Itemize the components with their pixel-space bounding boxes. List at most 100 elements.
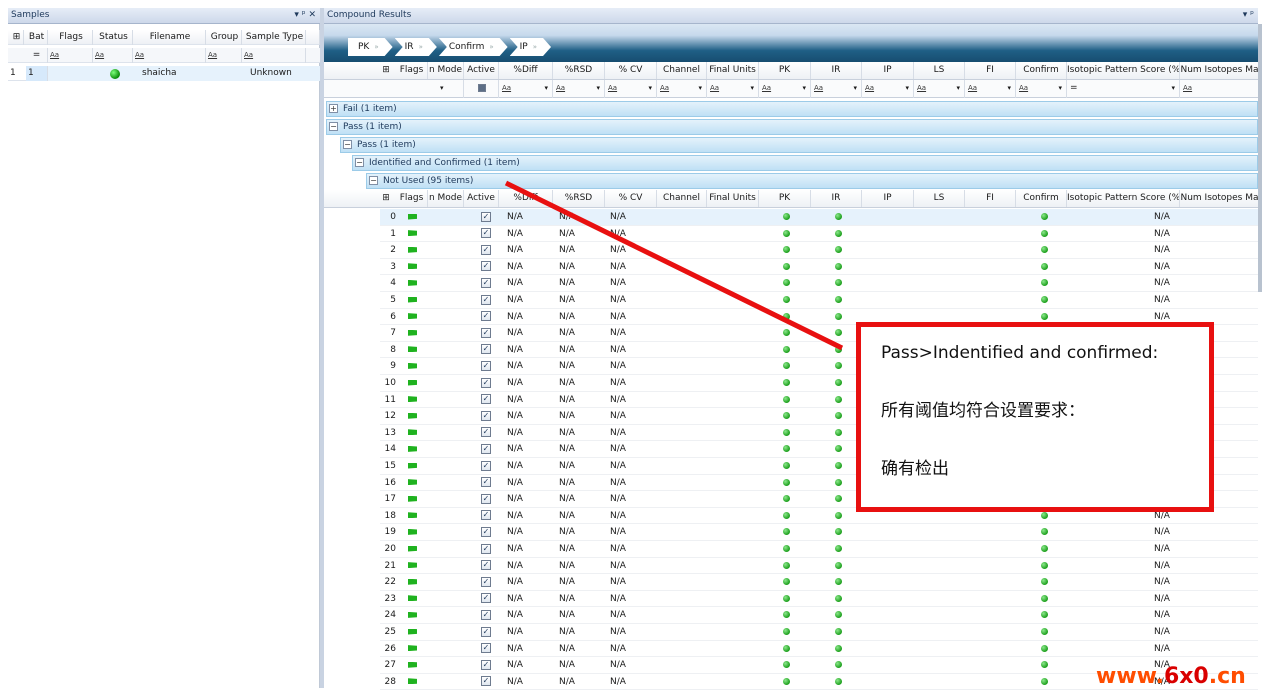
dropdown-icon[interactable]: ▾: [750, 80, 754, 97]
filter-isotopic-score[interactable]: = ▾: [1067, 80, 1180, 98]
group-not-used[interactable]: − Not Used (95 items): [366, 173, 1258, 189]
col-header-filename[interactable]: Filename: [133, 30, 206, 45]
sample-row-filename[interactable]: shaicha: [140, 66, 200, 81]
pin-columns-icon[interactable]: ⊞: [376, 190, 396, 207]
filter-pct-cv[interactable]: Aa ▾: [605, 80, 657, 98]
table-row[interactable]: 4 ✓ N/A N/A N/A N/A: [380, 275, 1258, 292]
dropdown-icon[interactable]: ▾: [596, 80, 600, 97]
filter-pct-diff[interactable]: Aa ▾: [499, 80, 553, 98]
active-checkbox[interactable]: ✓: [481, 574, 495, 591]
results-col-header-pct-diff[interactable]: %Diff: [499, 62, 553, 79]
table-row[interactable]: 1 ✓ N/A N/A N/A N/A: [380, 226, 1258, 243]
dropdown-icon[interactable]: ▾: [1058, 80, 1062, 97]
active-checkbox[interactable]: ✓: [481, 674, 495, 691]
active-checkbox[interactable]: ✓: [481, 607, 495, 624]
not-used-col-header-num-isotopes[interactable]: Num Isotopes Ma: [1180, 190, 1260, 207]
table-row[interactable]: 0 ✓ N/A N/A N/A N/A: [380, 209, 1258, 226]
dropdown-icon[interactable]: ▾: [905, 80, 909, 97]
not-used-col-header-pk[interactable]: PK: [759, 190, 811, 207]
dropdown-icon[interactable]: ▾: [853, 80, 857, 97]
active-checkbox[interactable]: ✓: [481, 292, 495, 309]
expand-icon[interactable]: +: [329, 104, 338, 113]
results-col-header-pct-rsd[interactable]: %RSD: [553, 62, 605, 79]
collapse-icon[interactable]: −: [343, 140, 352, 149]
active-checkbox[interactable]: ✓: [481, 275, 495, 292]
col-header-bat[interactable]: Bat: [24, 30, 48, 45]
table-row[interactable]: 20 ✓ N/A N/A N/A N/A: [380, 541, 1258, 558]
table-row[interactable]: 19 ✓ N/A N/A N/A N/A: [380, 524, 1258, 541]
dropdown-icon[interactable]: ▾: [1007, 80, 1011, 97]
results-col-header-channel[interactable]: Channel: [657, 62, 707, 79]
results-col-header-ls[interactable]: LS: [914, 62, 965, 79]
active-checkbox[interactable]: ✓: [481, 242, 495, 259]
table-row[interactable]: 26 ✓ N/A N/A N/A N/A: [380, 641, 1258, 658]
table-row[interactable]: 24 ✓ N/A N/A N/A N/A: [380, 607, 1258, 624]
filter-num-isotopes[interactable]: Aa: [1180, 80, 1260, 98]
table-row[interactable]: 23 ✓ N/A N/A N/A N/A: [380, 591, 1258, 608]
active-checkbox[interactable]: ✓: [481, 375, 495, 392]
results-col-header-pk[interactable]: PK: [759, 62, 811, 79]
filter-ir[interactable]: Aa ▾: [811, 80, 862, 98]
not-used-col-header-confirm[interactable]: Confirm: [1016, 190, 1067, 207]
active-checkbox[interactable]: ✓: [481, 458, 495, 475]
group-fail[interactable]: + Fail (1 item): [326, 101, 1258, 117]
filter-filename[interactable]: Aa: [133, 48, 206, 63]
dropdown-icon[interactable]: ▾: [802, 80, 806, 97]
panel-controls-icon[interactable]: ▾ ᵖ ✕: [294, 8, 316, 23]
active-checkbox[interactable]: ✓: [481, 524, 495, 541]
not-used-col-header-isotopic-score[interactable]: Isotopic Pattern Score (%): [1067, 190, 1180, 207]
filter-pct-rsd[interactable]: Aa ▾: [553, 80, 605, 98]
sample-row[interactable]: 1 1 shaicha Unknown: [8, 66, 320, 81]
not-used-col-header-ip[interactable]: IP: [862, 190, 914, 207]
collapse-icon[interactable]: −: [355, 158, 364, 167]
table-row[interactable]: 22 ✓ N/A N/A N/A N/A: [380, 574, 1258, 591]
filter-bat[interactable]: =: [24, 48, 48, 63]
filter-ip[interactable]: Aa ▾: [862, 80, 914, 98]
breadcrumb-ir[interactable]: IR»: [395, 38, 437, 56]
active-checkbox[interactable]: ✓: [481, 657, 495, 674]
breadcrumb-pk[interactable]: PK»: [348, 38, 393, 56]
active-checkbox[interactable]: ✓: [481, 641, 495, 658]
dropdown-icon[interactable]: ▾: [1171, 80, 1175, 97]
not-used-col-header-ir[interactable]: IR: [811, 190, 862, 207]
col-header-group[interactable]: Group: [206, 30, 242, 45]
active-checkbox[interactable]: ✓: [481, 508, 495, 525]
filter-group[interactable]: Aa: [206, 48, 242, 63]
group-pass-sub[interactable]: − Pass (1 item): [340, 137, 1258, 153]
collapse-icon[interactable]: −: [369, 176, 378, 185]
dropdown-icon[interactable]: ▾: [544, 80, 548, 97]
results-col-header-confirm[interactable]: Confirm: [1016, 62, 1067, 79]
results-col-header-fi[interactable]: FI: [965, 62, 1016, 79]
not-used-col-header-active[interactable]: Active: [464, 190, 499, 207]
group-identified-confirmed[interactable]: − Identified and Confirmed (1 item): [352, 155, 1258, 171]
table-row[interactable]: 5 ✓ N/A N/A N/A N/A: [380, 292, 1258, 309]
breadcrumb-ip[interactable]: IP»: [510, 38, 551, 56]
filter-fi[interactable]: Aa ▾: [965, 80, 1016, 98]
dropdown-icon[interactable]: ▾: [698, 80, 702, 97]
pin-columns-icon[interactable]: ⊞: [376, 62, 396, 79]
not-used-col-header-final-units[interactable]: Final Units: [707, 190, 759, 207]
results-col-header-ip[interactable]: IP: [862, 62, 914, 79]
col-header-flags[interactable]: Flags: [48, 30, 93, 45]
filter-final-units[interactable]: Aa ▾: [707, 80, 759, 98]
filter-confirm[interactable]: Aa ▾: [1016, 80, 1067, 98]
active-checkbox[interactable]: ✓: [481, 591, 495, 608]
filter-n-mode[interactable]: ▾: [428, 80, 464, 98]
active-checkbox[interactable]: ✓: [481, 309, 495, 326]
active-checkbox[interactable]: ✓: [481, 259, 495, 276]
active-checkbox[interactable]: ✓: [481, 441, 495, 458]
table-row[interactable]: 2 ✓ N/A N/A N/A N/A: [380, 242, 1258, 259]
collapse-icon[interactable]: −: [329, 122, 338, 131]
active-checkbox[interactable]: ✓: [481, 475, 495, 492]
col-header-sample-type[interactable]: Sample Type: [242, 30, 306, 45]
filter-active[interactable]: [464, 80, 499, 98]
vertical-scrollbar[interactable]: [1258, 24, 1262, 292]
active-checkbox[interactable]: ✓: [481, 209, 495, 226]
active-checkbox[interactable]: ✓: [481, 491, 495, 508]
not-used-col-header-flags[interactable]: Flags: [396, 190, 428, 207]
dropdown-icon[interactable]: ▾: [648, 80, 652, 97]
dropdown-icon[interactable]: ▾: [956, 80, 960, 97]
active-checkbox[interactable]: ✓: [481, 558, 495, 575]
panel-controls-icon[interactable]: ▾ ᵖ: [1243, 8, 1254, 23]
col-header-status[interactable]: Status: [93, 30, 133, 45]
